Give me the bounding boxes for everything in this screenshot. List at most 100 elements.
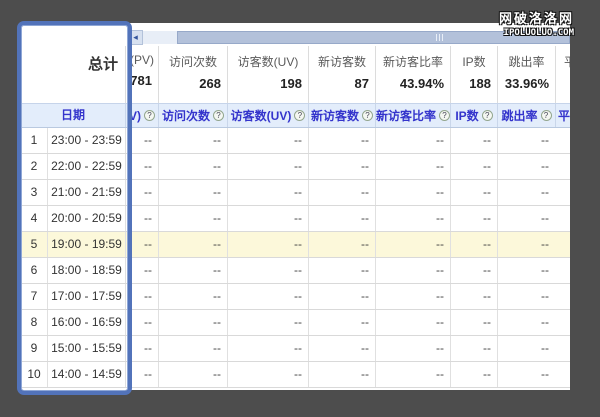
metric-value-cell: --: [375, 336, 450, 361]
metric-value-cell: --: [227, 206, 308, 231]
metric-value-cell: --: [497, 128, 555, 153]
help-icon[interactable]: ?: [213, 110, 224, 121]
column-header-label: 访客数(UV): [231, 107, 292, 124]
metric-value-cell: --: [375, 284, 450, 309]
watermark-domain: IPOLUOLUO.COM: [499, 28, 574, 38]
column-header-metric[interactable]: 平均: [555, 104, 570, 127]
summary-metric-value: 188: [451, 76, 497, 91]
summary-metric-label: 跳出率: [498, 53, 555, 70]
analytics-table-panel: ◂ 总计 (PV),781访问次数268访客数(UV)198新访客数87新访客比…: [21, 23, 570, 390]
metric-value-cell: --: [375, 232, 450, 257]
row-index-cell: 6: [21, 258, 47, 283]
help-icon[interactable]: ?: [362, 110, 373, 121]
column-header-metric[interactable]: 访问次数?: [158, 104, 227, 127]
column-header-metric[interactable]: IP数?: [450, 104, 497, 127]
metric-value-cell: --: [125, 336, 158, 361]
metric-value-cell: --: [125, 362, 158, 387]
metric-value-cell: --: [375, 154, 450, 179]
metric-value-cell: --: [125, 180, 158, 205]
summary-metric-label: 新访客数: [309, 53, 375, 70]
row-index-cell: 9: [21, 336, 47, 361]
metric-value-cell: --: [158, 128, 227, 153]
metric-value-cell: --: [158, 258, 227, 283]
row-index-cell: 10: [21, 362, 47, 387]
metric-value-cell: --: [497, 232, 555, 257]
metric-value-cell: --: [375, 258, 450, 283]
summary-metric: IP数 188: [450, 46, 497, 103]
table-row[interactable]: 915:00 - 15:59--------------: [21, 336, 570, 362]
metric-value-cell: --: [125, 206, 158, 231]
column-header-metric[interactable]: 新访客数?: [308, 104, 375, 127]
row-index-cell: 3: [21, 180, 47, 205]
column-header-metric[interactable]: V)?: [125, 104, 158, 127]
metric-value-cell: --: [158, 180, 227, 205]
table-row[interactable]: 222:00 - 22:59--------------: [21, 154, 570, 180]
metric-value-cell: --: [227, 232, 308, 257]
metric-value-cell: --: [450, 310, 497, 335]
metric-value-cell: --: [497, 154, 555, 179]
metric-value-cell: --: [308, 258, 375, 283]
help-icon[interactable]: ?: [144, 110, 155, 121]
metric-value-cell: --: [497, 258, 555, 283]
metric-value-cell: --: [125, 258, 158, 283]
screenshot-background: ◂ 总计 (PV),781访问次数268访客数(UV)198新访客数87新访客比…: [0, 0, 600, 417]
metric-value-cell: --: [158, 310, 227, 335]
row-date-cell: 18:00 - 18:59: [47, 258, 125, 283]
metric-value-cell: --: [227, 284, 308, 309]
table-row[interactable]: 123:00 - 23:59--------------: [21, 128, 570, 154]
summary-metric-label: 平: [556, 53, 570, 70]
metric-value-cell: --: [308, 232, 375, 257]
table-row[interactable]: 321:00 - 21:59--------------: [21, 180, 570, 206]
summary-metric-value: 198: [228, 76, 308, 91]
column-header-label: 跳出率: [501, 107, 537, 124]
metric-value-cell: --: [450, 232, 497, 257]
table-row[interactable]: 717:00 - 17:59--------------: [21, 284, 570, 310]
column-header-metric[interactable]: 跳出率?: [497, 104, 555, 127]
column-header-label: 新访客数: [311, 107, 359, 124]
summary-metric: (PV) ,781: [125, 46, 158, 103]
summary-metric: 访问次数268: [158, 46, 227, 103]
metric-value-cell: --: [497, 362, 555, 387]
metric-value-cell: --: [497, 284, 555, 309]
summary-total-label: 总计: [21, 53, 118, 74]
column-header-label: V): [129, 109, 141, 123]
metric-value-cell: --: [497, 206, 555, 231]
column-header-label: IP数: [455, 107, 478, 124]
summary-metric-value: 43.94%: [376, 76, 450, 91]
help-icon[interactable]: ?: [541, 110, 552, 121]
metric-value-cell: --: [450, 128, 497, 153]
column-header-metric[interactable]: 访客数(UV)?: [227, 104, 308, 127]
metric-value-cell: --: [308, 154, 375, 179]
metric-value-cell: --: [158, 362, 227, 387]
metric-value-cell: --: [158, 336, 227, 361]
summary-metric-value: ,781: [126, 73, 158, 88]
metric-value-cell: --: [308, 284, 375, 309]
summary-metric-value: 87: [309, 76, 375, 91]
metric-value-cell: --: [227, 362, 308, 387]
table-row[interactable]: 519:00 - 19:59--------------: [21, 232, 570, 258]
help-icon[interactable]: ?: [439, 110, 450, 121]
metric-value-cell: --: [450, 336, 497, 361]
row-date-cell: 14:00 - 14:59: [47, 362, 125, 387]
column-header-metric[interactable]: 新访客比率?: [375, 104, 450, 127]
metric-value-cell: --: [158, 284, 227, 309]
metric-value-cell: --: [450, 258, 497, 283]
metric-value-cell: --: [450, 284, 497, 309]
metric-value-cell: --: [497, 180, 555, 205]
metric-value-cell: --: [125, 284, 158, 309]
table-row[interactable]: 1014:00 - 14:59--------------: [21, 362, 570, 388]
table-row[interactable]: 816:00 - 16:59--------------: [21, 310, 570, 336]
column-header-date[interactable]: 日期: [21, 104, 125, 127]
row-date-cell: 15:00 - 15:59: [47, 336, 125, 361]
summary-metric-value: 33.96%: [498, 76, 555, 91]
metric-value-cell: --: [308, 206, 375, 231]
summary-metric-label: (PV): [126, 53, 158, 67]
table-row[interactable]: 618:00 - 18:59--------------: [21, 258, 570, 284]
metric-value-cell: --: [497, 336, 555, 361]
help-icon[interactable]: ?: [482, 110, 493, 121]
help-icon[interactable]: ?: [294, 110, 305, 121]
summary-metric-label: IP数: [451, 53, 497, 70]
scroll-left-button[interactable]: ◂: [128, 30, 143, 45]
summary-metric: 平: [555, 46, 570, 103]
table-row[interactable]: 420:00 - 20:59--------------: [21, 206, 570, 232]
